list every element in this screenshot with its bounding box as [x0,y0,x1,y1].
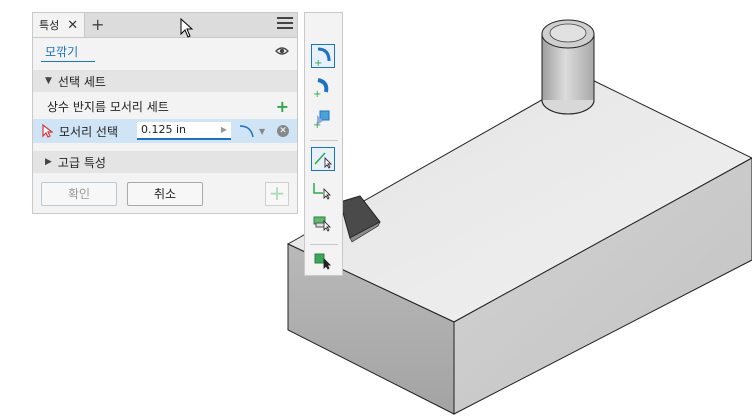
tab-label: 특성 [39,19,60,32]
svg-text:+: + [313,120,321,129]
cancel-button[interactable]: 취소 [127,182,203,206]
hamburger-menu-icon[interactable] [277,17,293,31]
edge-set-label: 상수 반지름 모서리 세트 [47,99,169,114]
eye-icon[interactable] [275,46,289,56]
block-model[interactable] [286,19,752,415]
mouse-cursor-icon [180,18,194,38]
select-arrow-icon [42,124,53,138]
solid-select-mode-icon[interactable] [311,249,335,273]
feature-select-mode-icon[interactable] [311,211,335,235]
section-title: 선택 세트 [57,74,106,89]
preset-row: 모깎기 [33,39,297,65]
loop-select-mode-icon[interactable] [311,179,335,203]
section-title: 고급 특성 [57,155,106,170]
selection-toolbar: + + + [304,12,343,276]
section-advanced[interactable]: ▶ 고급 특성 [33,151,297,173]
chevron-down-icon[interactable]: ▼ [259,127,265,136]
radius-input[interactable]: 0.125 in ▶ [137,122,231,140]
ok-button[interactable]: 확인 [41,182,117,206]
radius-value: 0.125 in [141,123,187,136]
expand-triangle-icon[interactable]: ▶ [45,157,52,167]
remove-icon[interactable]: ✕ [277,125,289,137]
add-tab-button[interactable]: + [91,15,104,34]
edge-select-label: 모서리 선택 [59,124,119,139]
edge-select-row[interactable]: 모서리 선택 0.125 in ▶ ▼ ✕ [33,119,297,143]
svg-text:+: + [313,89,321,98]
variable-fillet-icon[interactable]: + [311,76,335,100]
edge-select-mode-icon[interactable] [311,147,335,171]
tab-properties[interactable]: 특성 ✕ [33,13,85,37]
cylinder-boss[interactable] [541,19,595,115]
collapse-triangle-icon[interactable]: ▼ [45,76,52,86]
preset-dropdown[interactable]: 모깎기 [41,43,95,62]
apply-plus-button[interactable]: + [265,182,289,206]
setback-fillet-icon[interactable]: + [311,107,335,131]
panel-tabbar: 특성 ✕ + [33,13,297,38]
section-selection-set[interactable]: ▼ 선택 세트 [33,70,297,92]
properties-panel: 특성 ✕ + 모깎기 ▼ 선택 세트 상수 반지름 모서리 세트 + 모서리 선… [32,12,298,214]
constant-fillet-icon[interactable]: + [311,44,335,69]
close-icon[interactable]: ✕ [67,18,78,33]
svg-text:+: + [314,58,322,67]
add-set-icon[interactable]: + [276,97,289,116]
panel-footer: 확인 취소 + [33,177,297,213]
fillet-profile-icon[interactable] [239,124,257,138]
constant-radius-set-row: 상수 반지름 모서리 세트 + [33,95,297,117]
spinner-icon[interactable]: ▶ [221,122,227,138]
